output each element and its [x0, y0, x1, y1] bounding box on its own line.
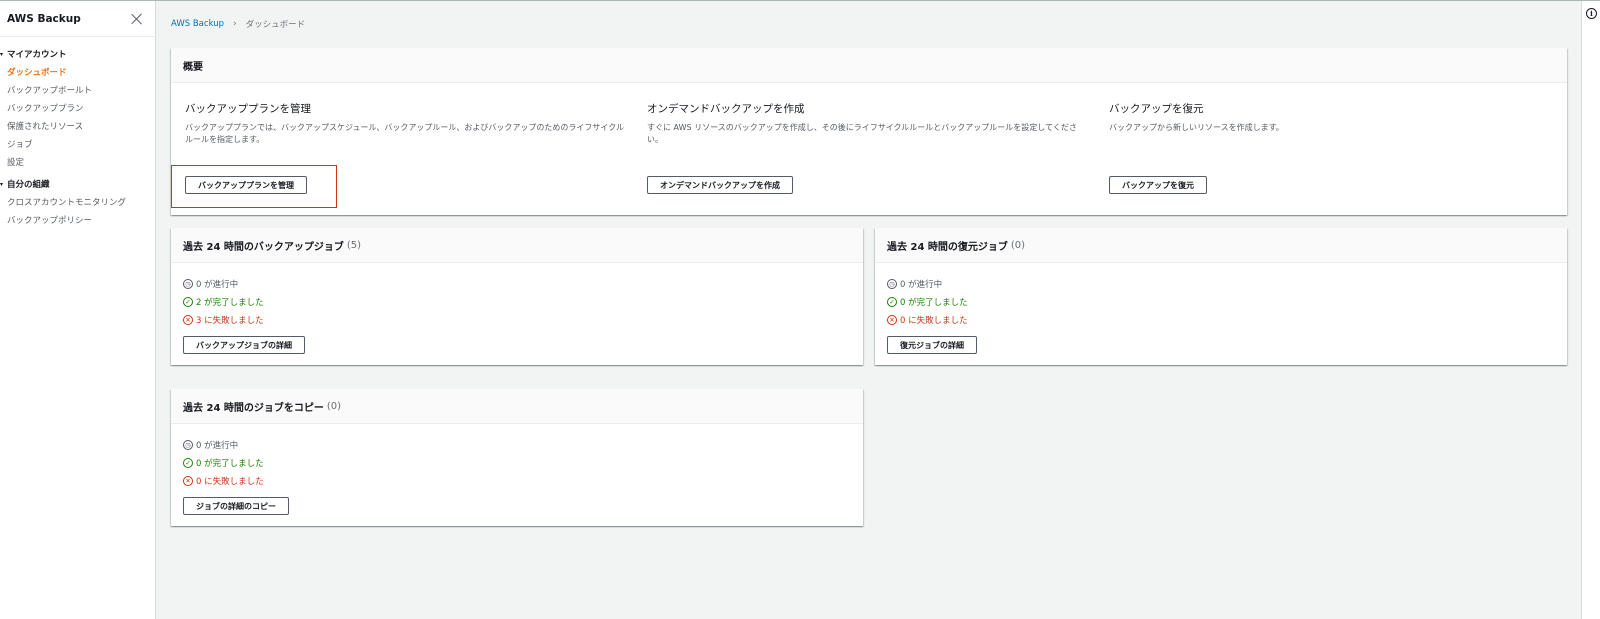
sidebar-item-backup-plans[interactable]: バックアッププラン: [0, 100, 92, 118]
x-circle-icon: ✕: [887, 315, 897, 325]
status-failed[interactable]: ✕ 0 に失敗しました: [183, 472, 264, 490]
clock-icon: ◷: [183, 440, 193, 450]
sidebar-group-my-account: ▾ マイアカウント ダッシュボード バックアップボールト バックアッププラン 保…: [0, 47, 92, 172]
overview-panel: 概要 バックアッププランを管理 バックアッププランでは、バックアップスケジュール…: [171, 48, 1567, 215]
breadcrumb-current: ダッシュボード: [245, 20, 306, 30]
check-circle-icon: ✓: [887, 297, 897, 307]
status-in-progress: ◷ 0 が進行中: [183, 275, 264, 293]
status-list: ◷ 0 が進行中 ✓ 0 が完了しました ✕ 0 に失敗しました: [887, 275, 968, 329]
status-failed[interactable]: ✕ 0 に失敗しました: [887, 311, 968, 329]
caret-down-icon: ▾: [0, 180, 4, 188]
backup-jobs-header: 過去 24 時間のバックアップジョブ (5): [171, 228, 863, 263]
status-text: 0 が進行中: [900, 280, 943, 290]
sidebar-group-label: マイアカウント: [7, 50, 67, 60]
status-completed[interactable]: ✓ 2 が完了しました: [183, 293, 264, 311]
overview-column-on-demand: オンデマンドバックアップを作成 すぐに AWS リソースのバックアップを作成し、…: [647, 101, 1087, 146]
status-failed[interactable]: ✕ 3 に失敗しました: [183, 311, 264, 329]
job-count: (5): [346, 239, 362, 251]
sidebar-title[interactable]: AWS Backup: [7, 13, 81, 25]
overview-column-manage-plans: バックアッププランを管理 バックアッププランでは、バックアップスケジュール、バッ…: [185, 101, 625, 146]
sidebar-group-header-my-organization[interactable]: ▾ 自分の組織: [0, 177, 126, 191]
copy-jobs-header: 過去 24 時間のジョブをコピー (0): [171, 389, 863, 424]
backup-jobs-panel: 過去 24 時間のバックアップジョブ (5) ◷ 0 が進行中 ✓ 2 が完了し…: [171, 228, 863, 365]
backup-job-details-button[interactable]: バックアップジョブの詳細: [183, 336, 305, 354]
panel-title: 過去 24 時間のバックアップジョブ: [183, 241, 344, 253]
check-circle-icon: ✓: [183, 297, 193, 307]
job-count: (0): [326, 400, 342, 412]
status-text: 0 が進行中: [196, 441, 239, 451]
copy-jobs-panel: 過去 24 時間のジョブをコピー (0) ◷ 0 が進行中 ✓ 0 が完了しまし…: [171, 389, 863, 526]
status-text: 0 が完了しました: [196, 459, 264, 469]
sidebar-group-label: 自分の組織: [7, 180, 50, 190]
clock-icon: ◷: [887, 279, 897, 289]
status-text: 0 に失敗しました: [900, 316, 968, 326]
x-circle-icon: ✕: [183, 315, 193, 325]
check-circle-icon: ✓: [183, 458, 193, 468]
panel-title: 概要: [183, 61, 203, 73]
status-list: ◷ 0 が進行中 ✓ 0 が完了しました ✕ 0 に失敗しました: [183, 436, 264, 490]
sidebar-item-settings[interactable]: 設定: [0, 154, 92, 172]
restore-jobs-header: 過去 24 時間の復元ジョブ (0): [875, 228, 1567, 263]
column-description: すぐに AWS リソースのバックアップを作成し、その後にライフサイクルルールとバ…: [647, 123, 1077, 144]
column-title: バックアップを復元: [1109, 103, 1204, 115]
restore-job-details-button[interactable]: 復元ジョブの詳細: [887, 336, 977, 354]
restore-backup-button[interactable]: バックアップを復元: [1109, 176, 1207, 194]
status-in-progress: ◷ 0 が進行中: [183, 436, 264, 454]
sidebar: AWS Backup ▾ マイアカウント ダッシュボード バックアップボールト …: [0, 1, 156, 619]
sidebar-item-cross-account-monitoring[interactable]: クロスアカウントモニタリング: [0, 194, 126, 212]
clock-icon: ◷: [183, 279, 193, 289]
status-text: 2 が完了しました: [196, 298, 264, 308]
sidebar-item-backup-policies[interactable]: バックアップポリシー: [0, 212, 126, 230]
tools-rail: i: [1581, 1, 1600, 619]
info-icon[interactable]: i: [1586, 8, 1597, 19]
status-list: ◷ 0 が進行中 ✓ 2 が完了しました ✕ 3 に失敗しました: [183, 275, 264, 329]
caret-down-icon: ▾: [0, 50, 4, 58]
sidebar-item-jobs[interactable]: ジョブ: [0, 136, 92, 154]
status-text: 0 が進行中: [196, 280, 239, 290]
sidebar-header: AWS Backup: [0, 1, 155, 37]
overview-panel-header: 概要: [171, 48, 1567, 83]
copy-job-details-button[interactable]: ジョブの詳細のコピー: [183, 497, 289, 515]
sidebar-item-dashboard[interactable]: ダッシュボード: [0, 64, 92, 82]
close-icon[interactable]: [131, 13, 143, 25]
column-description: バックアッププランでは、バックアップスケジュール、バックアップルール、およびバッ…: [185, 123, 625, 144]
status-text: 0 が完了しました: [900, 298, 968, 308]
sidebar-group-my-organization: ▾ 自分の組織 クロスアカウントモニタリング バックアップポリシー: [0, 177, 126, 230]
restore-jobs-panel: 過去 24 時間の復元ジョブ (0) ◷ 0 が進行中 ✓ 0 が完了しました …: [875, 228, 1567, 365]
status-completed[interactable]: ✓ 0 が完了しました: [887, 293, 968, 311]
status-text: 0 に失敗しました: [196, 477, 264, 487]
status-in-progress: ◷ 0 が進行中: [887, 275, 968, 293]
panel-title: 過去 24 時間の復元ジョブ: [887, 241, 1008, 253]
column-title: バックアッププランを管理: [185, 103, 311, 115]
sidebar-item-backup-vaults[interactable]: バックアップボールト: [0, 82, 92, 100]
top-border: [0, 0, 1600, 1]
column-title: オンデマンドバックアップを作成: [647, 103, 805, 115]
status-text: 3 に失敗しました: [196, 316, 264, 326]
column-description: バックアップから新しいリソースを作成します。: [1109, 123, 1284, 132]
sidebar-group-header-my-account[interactable]: ▾ マイアカウント: [0, 47, 92, 61]
create-on-demand-backup-button[interactable]: オンデマンドバックアップを作成: [647, 176, 793, 194]
overview-column-restore: バックアップを復元 バックアップから新しいリソースを作成します。: [1109, 101, 1549, 134]
panel-title: 過去 24 時間のジョブをコピー: [183, 402, 324, 414]
sidebar-item-protected-resources[interactable]: 保護されたリソース: [0, 118, 92, 136]
breadcrumb: AWS Backup › ダッシュボード: [171, 18, 305, 30]
chevron-right-icon: ›: [233, 19, 237, 29]
breadcrumb-link-aws-backup[interactable]: AWS Backup: [171, 19, 224, 29]
status-completed[interactable]: ✓ 0 が完了しました: [183, 454, 264, 472]
manage-backup-plans-button[interactable]: バックアッププランを管理: [185, 176, 307, 194]
job-count: (0): [1010, 239, 1026, 251]
x-circle-icon: ✕: [183, 476, 193, 486]
